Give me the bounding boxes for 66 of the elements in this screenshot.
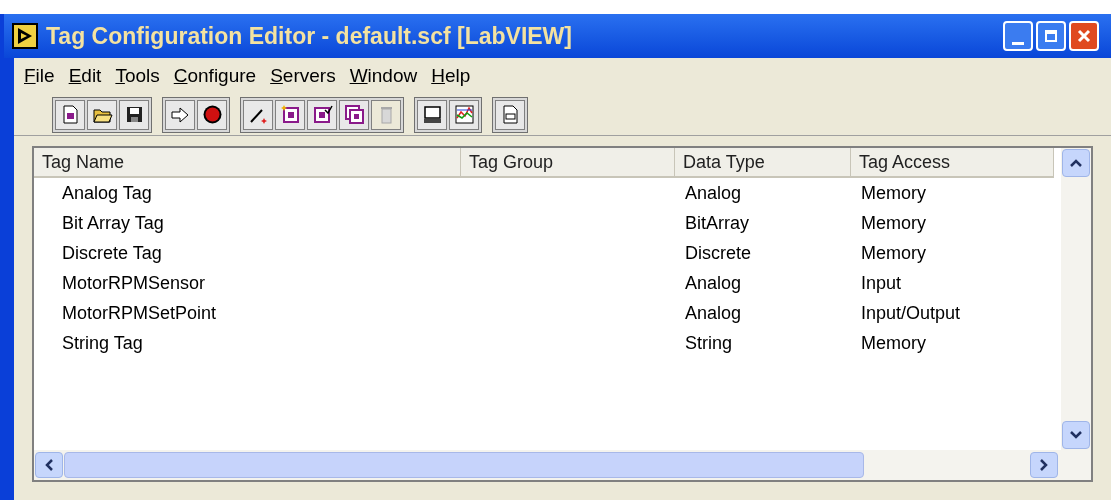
table-cell: String Tag [62,332,143,353]
maximize-icon [1045,30,1057,42]
arrow-button[interactable] [165,99,195,130]
scroll-down-button[interactable] [1062,421,1090,449]
copy-tag-icon [343,104,365,125]
table-cell: MotorRPMSensor [62,272,206,293]
column-header[interactable]: Tag Name [34,148,461,178]
scroll-up-button[interactable] [1062,149,1090,177]
copy-tag-button[interactable] [339,99,369,130]
menu-item[interactable]: File [24,61,55,91]
chevron-up-icon [1070,159,1082,167]
vertical-scrollbar[interactable] [1061,148,1091,450]
table-cell: Analog Tag [62,182,152,203]
table-cell: Input [861,272,902,293]
table-cell: Analog [685,302,742,323]
chevron-down-icon [1070,431,1082,439]
chart-button[interactable] [449,99,479,130]
table-cell: Discrete Tag [62,242,162,263]
menu-item[interactable]: Configure [173,61,257,91]
menu-item[interactable]: Servers [270,61,336,91]
menu-item[interactable]: Help [431,61,471,91]
table-cell: String [685,332,733,353]
arrow-icon [169,104,191,125]
edit-tag-icon [311,104,333,125]
save-button[interactable] [119,99,149,130]
chevron-right-icon [1040,459,1048,471]
scroll-right-button[interactable] [1030,452,1058,478]
wand-button[interactable] [243,99,273,130]
table-cell: Bit Array Tag [62,212,164,233]
scroll-thumb[interactable] [64,452,864,478]
chevron-left-icon [45,459,53,471]
open-folder-button[interactable] [87,99,117,130]
chart-icon [453,104,475,125]
table-cell: MotorRPMSetPoint [62,302,217,323]
stop-icon [201,104,223,125]
table-cell: Memory [861,182,926,203]
window-title: Tag Configuration Editor - default.scf [LabVIEW] [46,21,573,51]
new-tag-icon [279,104,301,125]
monitor-icon [421,104,443,125]
scroll-left-button[interactable] [35,452,63,478]
monitor-button[interactable] [417,99,447,130]
minimize-icon [1012,42,1024,45]
menu-item[interactable]: Window [349,61,418,91]
menu-item[interactable]: Tools [115,61,160,91]
table-cell: Discrete [685,242,751,263]
horizontal-scrollbar[interactable] [34,450,1091,480]
column-header[interactable]: Tag Group [461,148,675,178]
table-cell: Analog [685,182,742,203]
new-file-button[interactable] [55,99,85,130]
table-cell: Memory [861,242,926,263]
table-cell: Memory [861,332,926,353]
minimize-button[interactable] [1003,21,1033,51]
app-icon [12,23,38,49]
table-cell: Memory [861,212,926,233]
table-cell: Analog [685,272,742,293]
new-tag-button[interactable] [275,99,305,130]
maximize-button[interactable] [1036,21,1066,51]
stop-button[interactable] [197,99,227,130]
close-button[interactable] [1069,21,1099,51]
table-cell: BitArray [685,212,749,233]
edit-tag-button[interactable] [307,99,337,130]
menu-item[interactable]: Edit [68,61,102,91]
column-header[interactable]: Tag Access [851,148,1054,178]
close-icon [1077,29,1091,43]
column-header[interactable]: Data Type [675,148,851,178]
table-cell: Input/Output [861,302,961,323]
